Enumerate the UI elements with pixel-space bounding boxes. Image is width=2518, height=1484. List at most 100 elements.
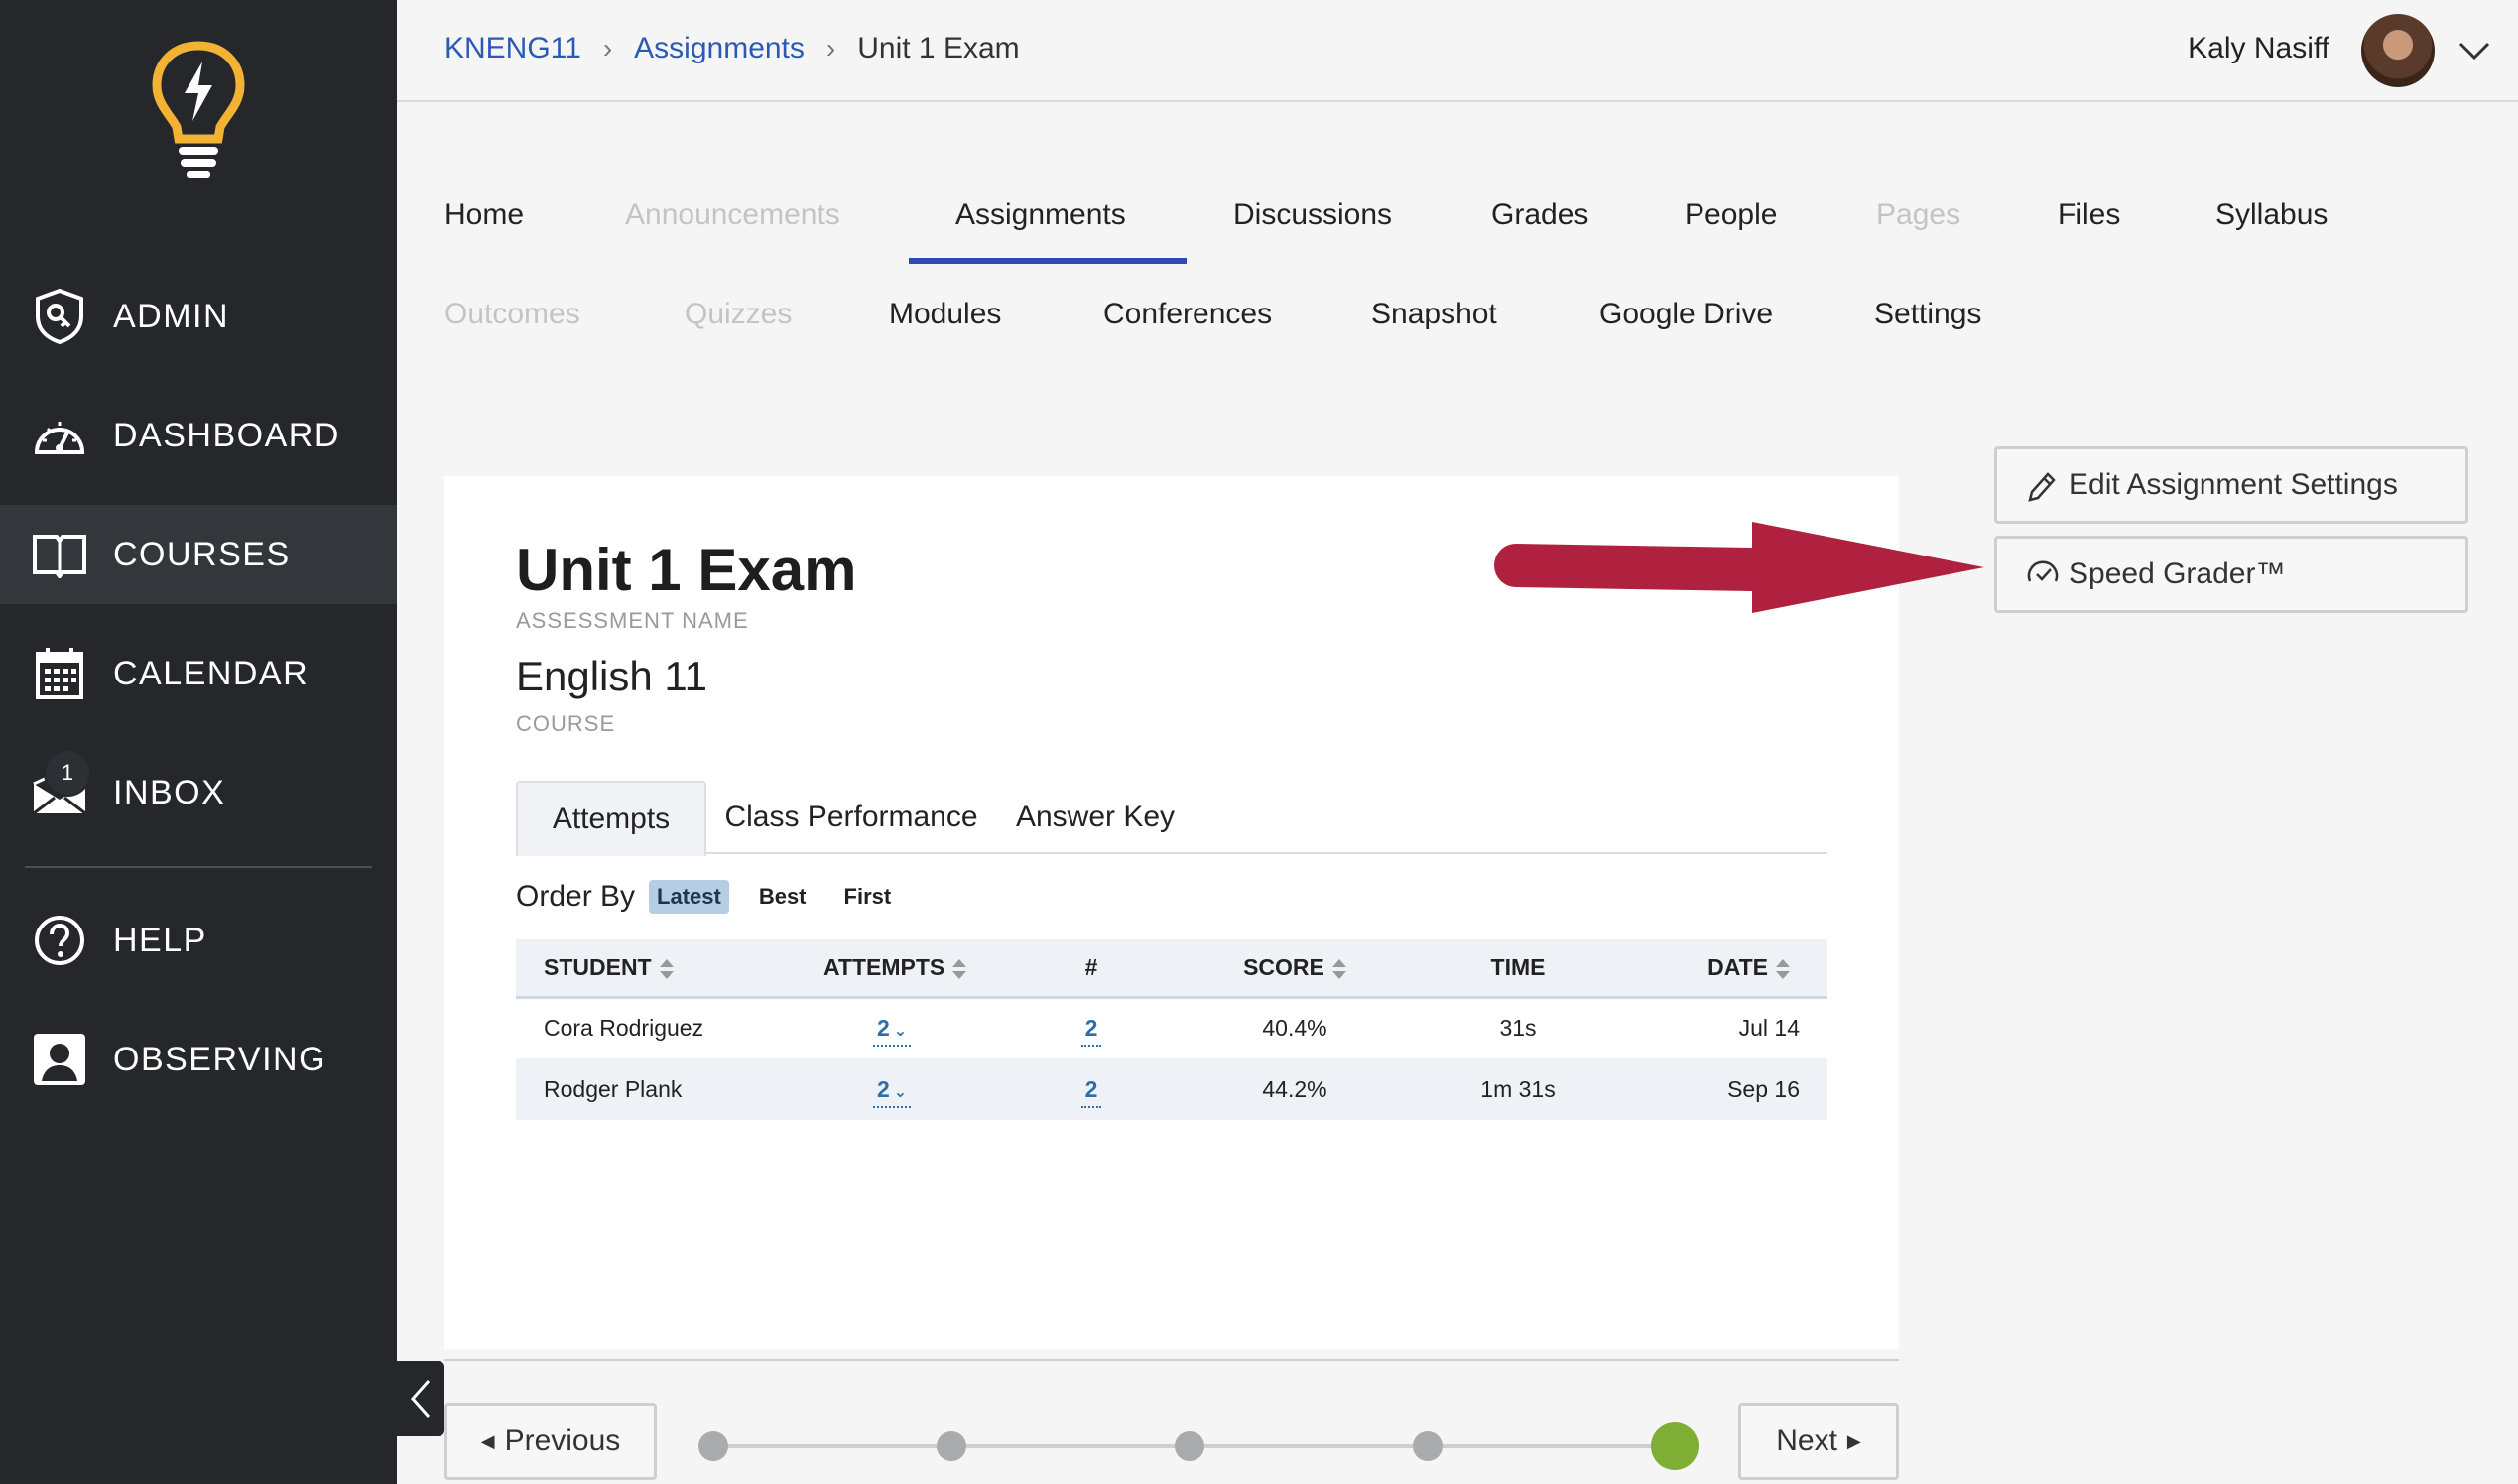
tab-home[interactable]: Home [444, 198, 524, 232]
tab-snapshot[interactable]: Snapshot [1371, 298, 1497, 331]
tab-quizzes: Quizzes [685, 298, 793, 330]
speedometer-icon [30, 406, 89, 465]
chevron-right-icon: › [825, 33, 836, 63]
tab-discussions[interactable]: Discussions [1233, 198, 1392, 232]
tab-attempts[interactable]: Attempts [516, 781, 706, 856]
user-name[interactable]: Kaly Nasiff [2188, 32, 2329, 65]
top-header: KNENG11 › Assignments › Unit 1 Exam Kaly… [397, 0, 2518, 102]
edit-assignment-settings-button[interactable]: Edit Assignment Settings [1994, 446, 2468, 524]
sidebar-item-label: ADMIN [113, 297, 230, 335]
person-icon [30, 1030, 89, 1089]
collapse-sidebar-button[interactable] [397, 1361, 444, 1436]
order-by-control: Order By Latest Best First [516, 880, 921, 914]
table-row: Cora Rodriguez 2 ⌄ 2 40.4% 31s Jul 14 [516, 997, 1827, 1058]
score-value: 40.4% [1262, 1015, 1327, 1042]
tab-people[interactable]: People [1685, 198, 1777, 232]
order-by-label: Order By [516, 880, 636, 913]
time-value: 1m 31s [1419, 1058, 1617, 1120]
attempts-table: STUDENT ATTEMPTS # SCORE TIME DATE Cora … [516, 939, 1827, 1120]
sidebar-item-label: HELP [113, 921, 207, 959]
next-button[interactable]: Next ▶ [1738, 1403, 1899, 1480]
speed-grader-check-icon [2025, 556, 2061, 592]
tab-conferences[interactable]: Conferences [1103, 298, 1272, 331]
course-name: English 11 [516, 653, 708, 699]
breadcrumb-current: Unit 1 Exam [857, 32, 1020, 64]
student-name: Cora Rodriguez [544, 1015, 704, 1042]
chevron-down-icon [2458, 42, 2490, 61]
column-header-score[interactable]: SCORE [1171, 939, 1419, 999]
pencil-icon [2025, 467, 2061, 503]
order-best-option[interactable]: Best [751, 880, 815, 914]
inbox-unread-badge: 1 [44, 749, 91, 797]
attempt-number-link[interactable]: 2 [1012, 1058, 1171, 1120]
progress-step-2[interactable] [937, 1431, 966, 1461]
progress-step-5-current[interactable] [1651, 1422, 1699, 1470]
tab-modules[interactable]: Modules [889, 298, 1001, 331]
footer-divider [444, 1359, 1899, 1361]
active-tab-indicator [909, 258, 1187, 264]
tab-assignments[interactable]: Assignments [955, 198, 1126, 232]
column-header-attempts[interactable]: ATTEMPTS [764, 939, 1012, 999]
sidebar-item-label: DASHBOARD [113, 416, 340, 454]
tab-google-drive[interactable]: Google Drive [1599, 298, 1773, 331]
order-latest-option[interactable]: Latest [649, 880, 729, 914]
table-row: Rodger Plank 2 ⌄ 2 44.2% 1m 31s Sep 16 [516, 1058, 1827, 1120]
assessment-tabs: Attempts Class Performance Answer Key [516, 781, 1827, 856]
tab-pages: Pages [1876, 198, 1961, 231]
lightbulb-logo-icon[interactable] [149, 40, 248, 179]
attempts-dropdown[interactable]: 2 ⌄ [764, 1058, 1012, 1120]
tab-outcomes: Outcomes [444, 298, 580, 330]
tab-grades[interactable]: Grades [1491, 198, 1588, 232]
sidebar-item-dashboard[interactable]: DASHBOARD [0, 386, 397, 485]
avatar[interactable] [2361, 14, 2435, 87]
sidebar-item-label: CALENDAR [113, 654, 310, 692]
sort-icon [659, 958, 674, 980]
column-header-student[interactable]: STUDENT [516, 939, 764, 999]
assessment-name-label: ASSESSMENT NAME [516, 608, 749, 633]
sidebar-item-label: OBSERVING [113, 1040, 327, 1078]
page-title: Unit 1 Exam [516, 537, 857, 603]
question-circle-icon [30, 911, 89, 970]
caret-left-icon: ◀ [480, 1430, 495, 1451]
sidebar-item-label: COURSES [113, 535, 291, 573]
progress-step-3[interactable] [1175, 1431, 1204, 1461]
caret-right-icon: ▶ [1846, 1430, 1861, 1451]
tab-class-performance[interactable]: Class Performance [710, 781, 992, 854]
admin-shield-key-icon [30, 287, 89, 346]
sidebar-item-help[interactable]: HELP [0, 891, 397, 990]
chevron-left-icon [410, 1380, 431, 1418]
table-header-row: STUDENT ATTEMPTS # SCORE TIME DATE [516, 939, 1827, 999]
user-menu-toggle[interactable] [2453, 30, 2496, 73]
course-label: COURSE [516, 711, 616, 736]
attempts-dropdown[interactable]: 2 ⌄ [764, 997, 1012, 1058]
sidebar-item-observing[interactable]: OBSERVING [0, 1010, 397, 1109]
previous-button[interactable]: ◀ Previous [444, 1403, 657, 1480]
chevron-down-icon: ⌄ [893, 1083, 908, 1101]
sidebar-item-calendar[interactable]: CALENDAR [0, 624, 397, 723]
speed-grader-button[interactable]: Speed Grader™ [1994, 536, 2468, 613]
order-first-option[interactable]: First [836, 880, 900, 914]
sidebar: ADMIN DASHBOARD COURSES CALENDAR 1 INBOX… [0, 0, 397, 1484]
sidebar-item-admin[interactable]: ADMIN [0, 267, 397, 366]
sidebar-item-courses[interactable]: COURSES [0, 505, 397, 604]
column-header-number: # [1012, 939, 1171, 999]
chevron-down-icon: ⌄ [893, 1023, 908, 1041]
date-value: Sep 16 [1617, 1058, 1827, 1120]
open-book-icon [30, 525, 89, 584]
date-value: Jul 14 [1738, 1015, 1800, 1042]
tab-answer-key[interactable]: Answer Key [992, 781, 1198, 854]
tab-syllabus[interactable]: Syllabus [2215, 198, 2328, 232]
breadcrumb-assignments-link[interactable]: Assignments [634, 32, 805, 65]
sidebar-divider [25, 866, 372, 868]
tab-settings[interactable]: Settings [1874, 298, 1981, 331]
score-value: 44.2% [1171, 1058, 1419, 1120]
attempt-number-link[interactable]: 2 [1012, 997, 1171, 1058]
annotation-arrow-icon [1494, 522, 1984, 613]
column-header-date[interactable]: DATE [1617, 939, 1827, 999]
tab-files[interactable]: Files [2058, 198, 2120, 232]
breadcrumb-course-link[interactable]: KNENG11 [444, 32, 581, 65]
progress-step-1[interactable] [698, 1431, 728, 1461]
time-value: 31s [1499, 1015, 1537, 1042]
sort-icon [1331, 958, 1346, 980]
progress-step-4[interactable] [1413, 1431, 1443, 1461]
